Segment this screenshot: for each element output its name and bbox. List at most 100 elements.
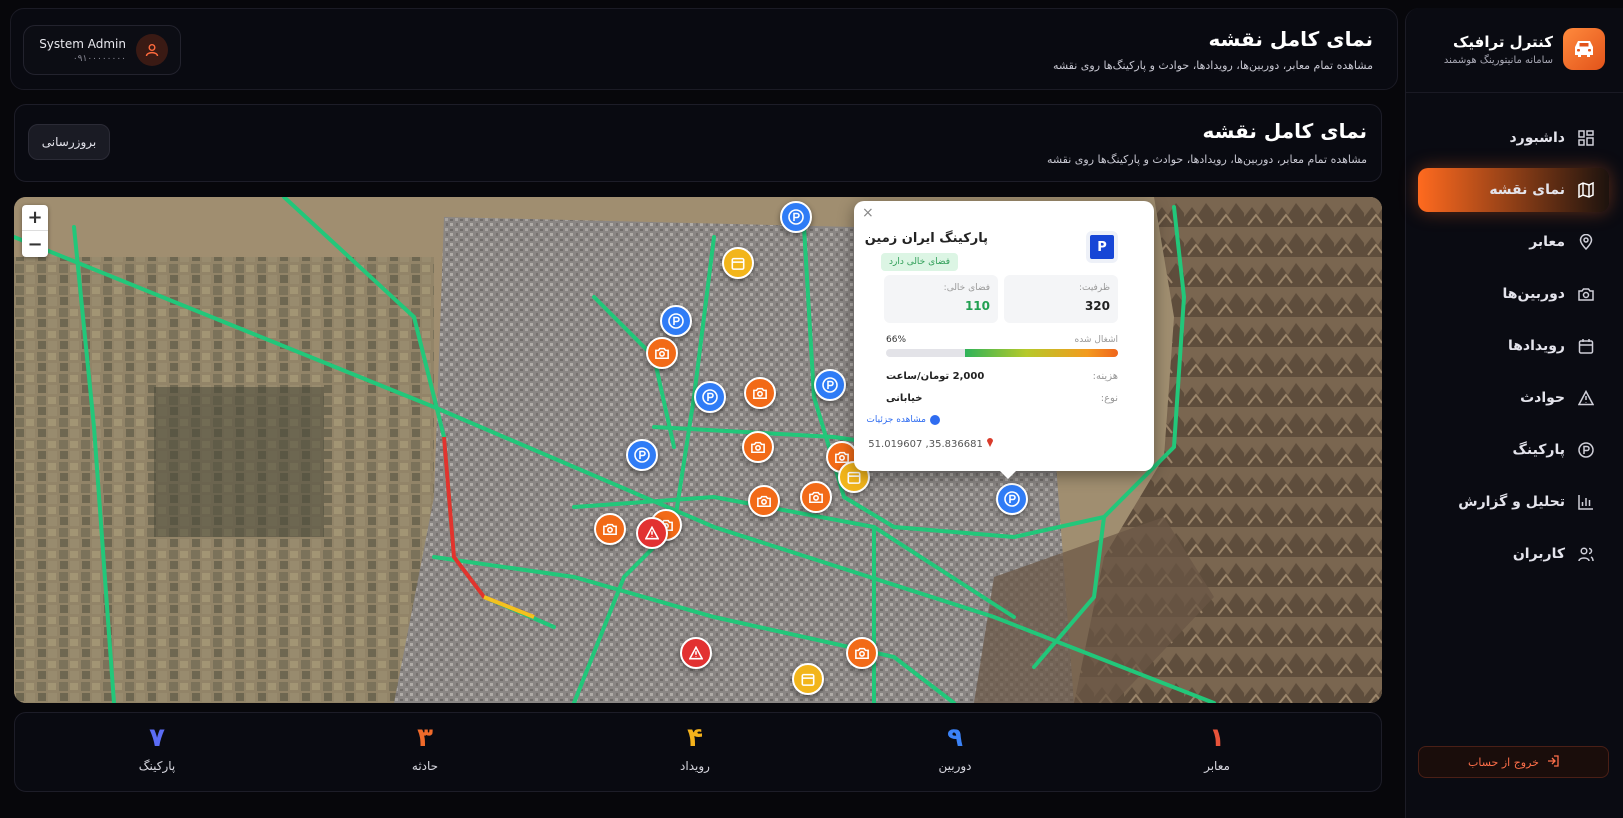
logout-label: خروج از حساب	[1468, 755, 1539, 769]
stat-cameras: ۹ دوربین	[895, 723, 1015, 773]
occupancy-bar-fill	[964, 349, 1118, 357]
capacity-value: 320	[1084, 299, 1110, 313]
parking-marker[interactable]	[694, 381, 726, 413]
sidebar-item-dashboard[interactable]: داشبورد	[1418, 116, 1609, 160]
sidebar-item-cameras[interactable]: دوربین‌ها	[1418, 272, 1609, 316]
stat-events: ۴ رویداد	[635, 723, 755, 773]
event-marker[interactable]	[792, 663, 824, 695]
stat-incidents: ۳ حادثه	[365, 723, 485, 773]
stat-label: پارکینگ	[138, 759, 176, 773]
parking-icon	[788, 209, 804, 225]
stat-parking: ۷ پارکینگ	[97, 723, 217, 773]
zoom-in-button[interactable]: +	[22, 205, 48, 231]
camera-icon	[603, 523, 617, 536]
app-root: کنترل ترافیک سامانه مانیتورینگ هوشمند دا…	[0, 0, 1623, 818]
parking-icon	[668, 313, 684, 329]
sidebar-item-label: کاربران	[1512, 546, 1565, 562]
info-icon	[930, 415, 940, 425]
parking-icon	[702, 389, 718, 405]
type-row: نوع: خیابانی	[886, 393, 1118, 404]
bar-chart-icon	[1577, 493, 1595, 511]
sidebar: کنترل ترافیک سامانه مانیتورینگ هوشمند دا…	[1405, 8, 1623, 818]
warning-icon	[645, 526, 659, 540]
stat-label: دوربین	[938, 759, 972, 773]
camera-marker[interactable]	[742, 431, 774, 463]
sidebar-item-label: دوربین‌ها	[1502, 286, 1565, 302]
users-icon	[1577, 545, 1595, 563]
popup-title: پارکینگ ایران زمین	[864, 231, 988, 246]
parking-marker[interactable]	[814, 369, 846, 401]
parking-icon	[1004, 491, 1020, 507]
camera-icon	[757, 495, 771, 508]
warning-icon	[1577, 389, 1595, 407]
sidebar-item-events[interactable]: رویدادها	[1418, 324, 1609, 368]
location-pin-icon	[1577, 233, 1595, 251]
sidebar-item-users[interactable]: کاربران	[1418, 532, 1609, 576]
satellite-map-background	[14, 197, 1382, 703]
parking-sign-icon: P	[1086, 231, 1118, 263]
camera-marker[interactable]	[748, 485, 780, 517]
stat-value: ۱	[1209, 723, 1225, 753]
occupied-label: اشغال شده	[1074, 335, 1118, 345]
camera-marker[interactable]	[800, 481, 832, 513]
camera-marker[interactable]	[846, 637, 878, 669]
stat-label: معابر	[1204, 759, 1230, 773]
sidebar-item-label: تحلیل و گزارش	[1458, 494, 1565, 510]
parking-marker[interactable]	[780, 201, 812, 233]
sidebar-item-roads[interactable]: معابر	[1418, 220, 1609, 264]
calendar-icon	[1577, 337, 1595, 355]
stat-value: ۴	[687, 723, 703, 753]
incident-marker[interactable]	[636, 517, 668, 549]
page-subtitle: مشاهده تمام معابر، دوربین‌ها، رویدادها، …	[1052, 59, 1373, 72]
sidebar-item-label: نمای نقشه	[1489, 182, 1565, 198]
stat-label: رویداد	[680, 759, 710, 773]
cost-row: هزینه: 2,000 تومان/ساعت	[886, 371, 1118, 382]
user-avatar-icon	[136, 34, 168, 66]
camera-icon	[855, 647, 869, 660]
free-label: فضای خالی:	[943, 283, 990, 293]
refresh-button[interactable]: بروزرسانی	[28, 124, 110, 160]
pin-icon	[987, 438, 993, 447]
user-phone: ۰۹۱۰۰۰۰۰۰۰۰	[72, 53, 126, 64]
event-marker[interactable]	[722, 247, 754, 279]
map-view[interactable]: + − × P پارکینگ ایران زمین فضای خالی دار…	[14, 197, 1382, 703]
parking-icon	[634, 447, 650, 463]
brand-title: کنترل ترافیک	[1453, 32, 1553, 51]
logout-button[interactable]: خروج از حساب	[1418, 746, 1609, 778]
zoom-control: + −	[22, 205, 48, 257]
parking-marker[interactable]	[996, 483, 1028, 515]
brand-subtitle: سامانه مانیتورینگ هوشمند	[1443, 54, 1553, 66]
free-stat: فضای خالی: 110	[884, 275, 998, 323]
sidebar-nav: داشبورد نمای نقشه معابر دوربین‌ها رویداد…	[1418, 116, 1609, 584]
sidebar-item-incidents[interactable]: حوادث	[1418, 376, 1609, 420]
panel-subtitle: مشاهده تمام معابر، دوربین‌ها، رویدادها، …	[1046, 153, 1367, 166]
capacity-stat: ظرفیت: 320	[1004, 275, 1118, 323]
close-icon[interactable]: ×	[862, 205, 874, 221]
parking-marker[interactable]	[626, 439, 658, 471]
stat-roads: ۱ معابر	[1157, 723, 1277, 773]
camera-marker[interactable]	[646, 337, 678, 369]
cost-value: 2,000 تومان/ساعت	[886, 371, 985, 382]
brand: کنترل ترافیک سامانه مانیتورینگ هوشمند	[1444, 28, 1605, 70]
parking-popup: × P پارکینگ ایران زمین فضای خالی دارد ظر…	[854, 201, 1154, 479]
camera-marker[interactable]	[594, 513, 626, 545]
sidebar-item-reports[interactable]: تحلیل و گزارش	[1418, 480, 1609, 524]
parking-marker[interactable]	[660, 305, 692, 337]
coordinates: 51.019607 ,35.836681	[868, 437, 994, 450]
sidebar-item-parking[interactable]: پارکینگ	[1418, 428, 1609, 472]
car-icon	[1563, 28, 1605, 70]
details-link[interactable]: مشاهده جزئیات	[866, 415, 940, 425]
camera-icon	[1577, 285, 1595, 303]
user-menu[interactable]: System Admin ۰۹۱۰۰۰۰۰۰۰۰	[23, 25, 181, 75]
capacity-label: ظرفیت:	[1078, 283, 1110, 293]
camera-marker[interactable]	[744, 377, 776, 409]
zoom-out-button[interactable]: −	[22, 231, 48, 257]
status-badge: فضای خالی دارد	[880, 253, 958, 271]
dashboard-grid-icon	[1577, 129, 1595, 147]
cost-label: هزینه:	[1092, 371, 1118, 382]
type-label: نوع:	[1100, 393, 1118, 404]
calendar-icon	[847, 471, 861, 484]
parking-icon	[1577, 441, 1595, 459]
sidebar-item-map[interactable]: نمای نقشه	[1418, 168, 1609, 212]
incident-marker[interactable]	[680, 637, 712, 669]
